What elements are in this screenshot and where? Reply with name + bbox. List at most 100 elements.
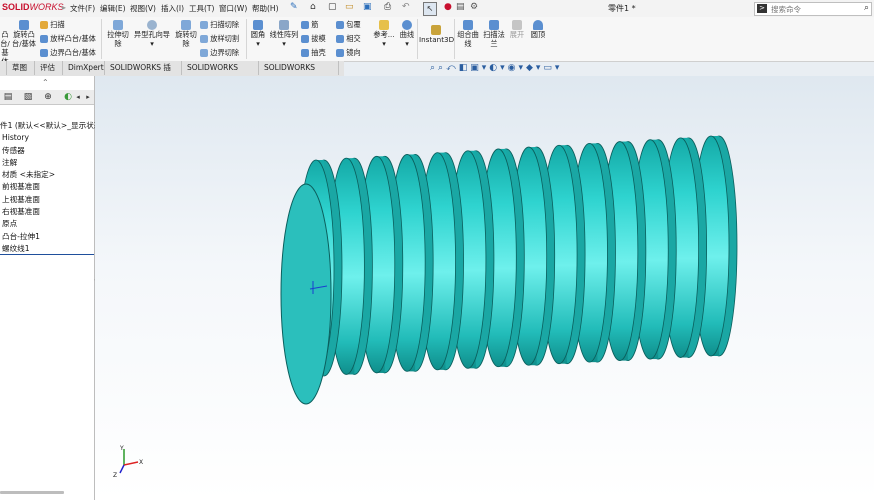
boss-extrude-label-1: 凸 [1,30,9,39]
tree-history[interactable]: History [2,132,101,144]
menu-insert[interactable]: 插入(I) [161,3,184,14]
revolve-boss-button[interactable]: 旋转凸 台/基体 [10,20,38,48]
open-icon[interactable]: ▭ [345,2,354,12]
tab-features-partial[interactable] [0,61,7,75]
unfold-icon [512,20,522,30]
lofted-cut-label: 放样切割 [210,34,240,43]
lofted-cut-icon [200,35,208,43]
boundary-cut-button[interactable]: 边界切除 [200,48,239,57]
menu-view[interactable]: 视图(V) [130,3,156,14]
tab-solidworks-addins[interactable]: SOLIDWORKS 插件 [105,61,182,86]
search-placeholder: 搜索命令 [771,5,801,14]
tab-solidworks-mbd[interactable]: SOLIDWORKS MBD [182,61,259,86]
collapse-panel-icon[interactable]: ⌃ [42,78,49,87]
menu-help[interactable]: 帮助(H) [252,3,279,14]
lofted-cut-button[interactable]: 放样切割 [200,34,239,43]
tree-part-root[interactable]: 件1 (默认<<默认>_显示状态 [0,120,101,132]
feature-manager-tab-icon[interactable]: ▤ [2,91,14,103]
rollback-bar[interactable] [0,254,94,255]
intersect-button[interactable]: 相交 [336,34,361,43]
new-document-icon[interactable]: ▢ [328,2,337,12]
linear-pattern-button[interactable]: 线性阵列 ▾ [268,20,300,48]
tab-evaluate[interactable]: 评估 [35,61,63,75]
title-bar: SOLIDWORKS ▸ 文件(F) 编辑(E) 视图(V) 插入(I) 工具(… [0,0,874,18]
traffic-light-icon[interactable]: ● [444,2,452,12]
tab-dimxpert[interactable]: DimXpert [63,61,105,75]
unfold-button[interactable]: 展开 [507,20,527,39]
tree-right-plane[interactable]: 右视基准面 [2,206,101,218]
triad-x-label: X [139,459,143,466]
save-icon[interactable]: ▣ [363,2,372,12]
swept-cut-button[interactable]: 扫描切除 [200,20,239,29]
triad-z-label: Z [113,472,117,479]
tree-origin[interactable]: 原点 [2,218,101,230]
mirror-button[interactable]: 镜向 [336,48,361,57]
menu-expand-icon[interactable]: ▸ [62,3,66,12]
boundary-boss-button[interactable]: 边界凸台/基体 [40,48,96,57]
options-icon[interactable]: ⚙ [470,2,478,12]
fillet-button[interactable]: 圆角 ▾ [248,20,268,48]
cylinder-end-face[interactable] [280,183,332,405]
fillet-label: 圆角 [250,30,266,39]
search-commands-input[interactable]: > 搜索命令 ⌕ [754,2,872,16]
panel-horizontal-scrollbar[interactable] [0,491,64,494]
swept-cut-icon [200,21,208,29]
curves-icon [402,20,412,30]
tree-material[interactable]: 材质 <未指定> [2,169,101,181]
boundary-icon [40,49,48,57]
hole-wizard-button[interactable]: 异型孔向导 ▾ [132,20,172,48]
wrap-button[interactable]: 包覆 [336,20,361,29]
select-pointer-icon[interactable]: ↖ [423,2,437,16]
heads-up-view-toolbar[interactable]: ⌕⌕⤺◧▣▾◐▾◉▾◆▾▭▾ [430,63,562,73]
triad-y-label: Y [119,445,124,452]
menu-window[interactable]: 窗口(W) [219,3,247,14]
pin-icon[interactable]: ✎ [290,2,298,12]
menu-file[interactable]: 文件(F) [70,3,95,14]
reference-geometry-button[interactable]: 参考... ▾ [370,20,398,48]
document-title: 零件1 * [608,4,636,13]
extruded-cut-icon [113,20,123,30]
intersect-label: 相交 [346,34,361,43]
shell-icon [301,49,309,57]
tree-top-plane[interactable]: 上视基准面 [2,194,101,206]
revolved-cut-button[interactable]: 旋转切 除 [172,20,200,48]
scroll-tabs-right-icon[interactable]: ▸ [82,91,94,103]
extruded-cut-button[interactable]: 拉伸切 除 [104,20,132,48]
property-manager-tab-icon[interactable]: ▧ [22,91,34,103]
sweep-icon [40,21,48,29]
solidworks-logo[interactable]: SOLIDWORKS [2,2,64,12]
tab-solidworks-cam[interactable]: SOLIDWORKS CAM [259,61,339,86]
loft-button[interactable]: 放样凸台/基体 [40,34,96,43]
instant3d-button[interactable]: Instant3D [419,25,454,44]
rib-button[interactable]: 筋 [301,20,319,29]
shell-button[interactable]: 抽壳 [301,48,326,57]
sweep-method-label-2: 兰 [490,39,498,48]
sweep-button[interactable]: 扫描 [40,20,65,29]
view-orientation-triad: Y X Z [113,445,143,479]
search-icon[interactable]: ⌕ [864,3,869,13]
sweep-label: 扫描 [50,20,65,29]
linear-pattern-icon [279,20,289,30]
sweep-method-button[interactable]: 扫描法 兰 [482,20,506,48]
boundary-cut-label: 边界切除 [210,48,240,57]
configuration-manager-tab-icon[interactable]: ⊕ [42,91,54,103]
tab-sketch[interactable]: 草图 [7,61,35,75]
curves-button[interactable]: 曲线 ▾ [398,20,416,48]
print-icon[interactable]: ⎙ [384,2,391,12]
tree-boss-extrude1[interactable]: 凸台-拉伸1 [2,231,101,243]
rebuild-icon[interactable]: ▤ [456,2,465,12]
draft-button[interactable]: 拔模 [301,34,326,43]
dome-button[interactable]: 圆顶 [528,20,548,39]
menu-edit[interactable]: 编辑(E) [100,3,126,14]
tree-annotations[interactable]: 注解 [2,157,101,169]
tree-front-plane[interactable]: 前视基准面 [2,181,101,193]
combine-curve-button[interactable]: 组合曲 线 [456,20,480,48]
threaded-cylinder-model[interactable] [95,76,874,500]
mirror-icon [336,49,344,57]
undo-icon[interactable]: ↶ [402,2,410,12]
graphics-viewport[interactable] [95,76,874,500]
menu-tools[interactable]: 工具(T) [189,3,214,14]
dome-label: 圆顶 [530,30,546,39]
tree-sensors[interactable]: 传感器 [2,145,101,157]
home-icon[interactable]: ⌂ [310,2,316,12]
